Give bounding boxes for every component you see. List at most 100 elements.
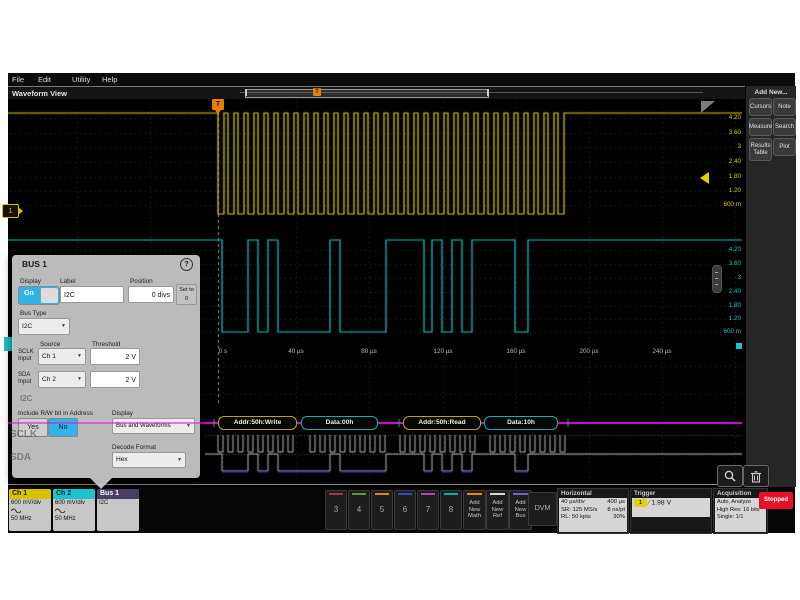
time-label: 40 µs (274, 348, 318, 355)
bus1-type-value: I2C (99, 500, 137, 507)
menu-edit[interactable]: Edit (38, 75, 51, 84)
display-on-toggle[interactable]: On (18, 286, 60, 305)
horizontal-value: SR: 125 MS/s (561, 507, 597, 515)
channel-button-7[interactable]: 7 (417, 490, 439, 530)
bus-waveform-label: I2C (20, 394, 32, 403)
decode-box-addr: Addr:50h:Read (403, 416, 481, 430)
bottom-control-bar: Ch 1 600 mV/div 50 MHz Ch 2 600 mV/div 5… (8, 487, 795, 533)
trigger-source-icon: 1 (634, 499, 647, 507)
stopped-button[interactable]: Stopped (759, 492, 793, 509)
sidebar-button-plot[interactable]: Plot (773, 138, 796, 156)
set-to-zero-button[interactable]: Set to 0 (176, 284, 197, 305)
trigger-panel[interactable]: Trigger 1 ∕ 1.98 V (630, 488, 712, 534)
ch2-badge[interactable]: Ch 2 600 mV/div 50 MHz (53, 489, 95, 531)
sda-input-label: SDA Input (18, 372, 38, 386)
time-label: 160 µs (494, 348, 538, 355)
channel-button-6[interactable]: 6 (394, 490, 416, 530)
add-new-button-1[interactable]: Add New Ref (486, 490, 509, 530)
ch1-scale-label: 1.80 (705, 173, 741, 180)
ch1-badge[interactable]: Ch 1 600 mV/div 50 MHz (9, 489, 51, 531)
channel-button-3[interactable]: 3 (325, 490, 347, 530)
rw-bit-label: Include R/W bit in Address (18, 410, 93, 417)
ch2-badge-title: Ch 2 (53, 489, 95, 499)
sclk-threshold-input[interactable]: 2 V (90, 348, 140, 365)
sidebar-button-search[interactable]: Search (773, 118, 796, 136)
ch2-scale-label: 3 (705, 274, 741, 281)
sclk-source-dropdown[interactable]: Ch 1▼ (38, 348, 86, 365)
display-mode-dropdown[interactable]: Bus and Waveforms▼ (112, 418, 195, 434)
trigger-position-flag[interactable]: T (212, 99, 224, 110)
delete-button[interactable] (743, 465, 769, 487)
time-label: 120 µs (421, 348, 465, 355)
magnifier-icon (723, 469, 737, 483)
horizontal-panel[interactable]: Horizontal 40 µs/div400 µsSR: 125 MS/s8 … (557, 488, 629, 534)
horizontal-value: RL: 50 kpts (561, 514, 591, 522)
ch1-scale-label: 1.20 (705, 187, 741, 194)
ch2-scale-label: 1.20 (705, 315, 741, 322)
add-new-button-0[interactable]: Add New Math (463, 490, 486, 530)
position-input[interactable]: 0 divs (128, 286, 174, 303)
time-label: 240 µs (640, 348, 684, 355)
help-icon[interactable]: ? (180, 258, 193, 271)
decode-box-data: Data:00h (301, 416, 378, 430)
acquisition-line: Single: 1/1 (717, 514, 764, 522)
ch2-edge-marker (736, 343, 742, 349)
label-input[interactable]: I2C (60, 286, 124, 303)
overview-trigger-marker[interactable]: T (313, 88, 321, 96)
ch1-scale-label: 2.40 (705, 158, 741, 165)
waveform-corner-handle[interactable] (701, 101, 715, 113)
sidebar-button-cursors[interactable]: Cursors (749, 98, 772, 116)
toggle-on-label: On (24, 290, 34, 297)
bus1-badge[interactable]: Bus 1 I2C (97, 489, 139, 531)
channel-button-8[interactable]: 8 (440, 490, 462, 530)
trigger-level-value: 1.98 V (651, 500, 671, 507)
dialog-title: BUS 1 (22, 259, 47, 269)
dvm-button[interactable]: DVM (528, 492, 557, 526)
right-sidebar: Add New... CursorsNoteMeasureSearchResul… (745, 86, 796, 487)
ch2-scale-value: 600 mV/div (55, 500, 93, 507)
sidebar-button-results-table[interactable]: Results Table (749, 138, 772, 161)
sidebar-button-measure[interactable]: Measure (749, 118, 772, 136)
decode-format-dropdown[interactable]: Hex▼ (112, 452, 186, 468)
ch2-scale-label: 2.40 (705, 288, 741, 295)
bus-type-dropdown[interactable]: I2C▼ (18, 318, 70, 335)
channel-button-5[interactable]: 5 (371, 490, 393, 530)
sclk-input-label: SCLK Input (18, 349, 38, 363)
bus-line-through-dialog (12, 422, 200, 424)
menu-help[interactable]: Help (102, 75, 117, 84)
oscilloscope-app: File Edit Utility Help Waveform View T Add … (0, 0, 800, 600)
time-label: 200 µs (567, 348, 611, 355)
sda-source-dropdown[interactable]: Ch 2▼ (38, 371, 86, 388)
zoom-mode-button[interactable] (717, 465, 743, 487)
decode-format-value: Hex (116, 456, 128, 463)
bus1-badge-title: Bus 1 (97, 489, 139, 499)
tab-waveform-view[interactable]: Waveform View (12, 89, 67, 98)
overview-zoom-bar[interactable] (245, 89, 489, 98)
bus-type-value: I2C (22, 323, 32, 330)
decode-box-data: Data:10h (484, 416, 558, 430)
sda-waveform-label: SDA (10, 452, 31, 463)
horizontal-title: Horizontal (558, 489, 628, 498)
decode-format-label: Decode Format (112, 444, 156, 451)
horizontal-row: RL: 50 kpts 30% (561, 514, 625, 522)
menu-file[interactable]: File (12, 75, 24, 84)
rw-no-button[interactable]: No (48, 418, 78, 437)
channel-button-4[interactable]: 4 (348, 490, 370, 530)
time-label: 0 s (201, 348, 245, 355)
menu-utility[interactable]: Utility (72, 75, 90, 84)
ch2-scale-label: 3.60 (705, 260, 741, 267)
trash-icon (750, 470, 762, 483)
display-label: Display (20, 278, 41, 285)
add-new-title: Add New... (746, 89, 796, 96)
ch1-scale-value: 600 mV/div (11, 500, 49, 507)
ch1-bandwidth-value: 50 MHz (11, 516, 49, 523)
sidebar-button-note[interactable]: Note (773, 98, 796, 116)
sda-threshold-input[interactable]: 2 V (90, 371, 140, 388)
horizontal-row: SR: 125 MS/s8 ns/pt (561, 507, 625, 515)
trigger-slope-icon: ∕ (649, 500, 650, 507)
acquisition-line: High Res: 16 bits (717, 507, 764, 515)
horizontal-value: 30% (613, 514, 625, 522)
decode-box-addr: Addr:50h:Write (218, 416, 297, 430)
channel1-handle[interactable]: 1 (2, 204, 19, 218)
position-label: Position (130, 278, 153, 285)
